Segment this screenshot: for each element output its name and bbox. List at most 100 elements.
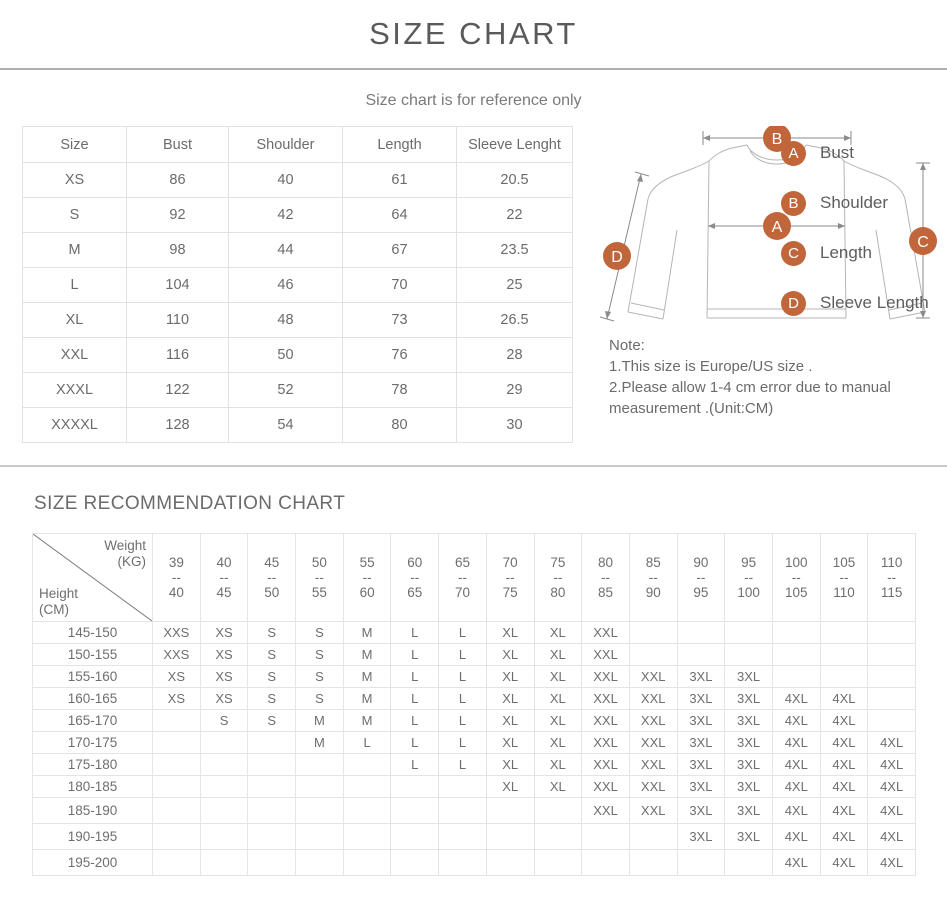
weight-range-to: 85 <box>598 585 614 600</box>
recommendation-title: SIZE RECOMMENDATION CHART <box>34 493 346 514</box>
recommended-size-cell: L <box>390 665 440 688</box>
recommended-size-cell <box>485 797 535 824</box>
recommended-size-cell: XL <box>485 709 535 732</box>
recommended-size-cell <box>867 687 916 710</box>
weight-range-from: 110 <box>880 555 903 570</box>
recommended-size-cell <box>867 665 916 688</box>
recommended-size-cell <box>581 849 630 876</box>
weight-range-dash: -- <box>457 570 467 585</box>
weight-range-header: 45 -- 50 <box>247 533 297 622</box>
height-range-cell: 195-200 <box>32 849 153 876</box>
recommended-size-cell <box>199 731 249 754</box>
table-row: 170-175 M L L L XL XL XXL XXL 3XL 3XL 4XL 4XL 4XL <box>32 731 916 754</box>
size-label-cell: XXXL <box>22 372 127 408</box>
weight-range-from: 80 <box>598 555 614 570</box>
recommended-size-cell <box>438 797 487 824</box>
recommended-size-cell: 4XL <box>819 731 869 754</box>
recommended-size-cell <box>342 753 392 776</box>
recommended-size-cell: XS <box>199 665 249 688</box>
recommended-size-cell: XXS <box>152 621 201 644</box>
weight-range-header: 95 -- 100 <box>724 533 773 622</box>
weight-range-to: 65 <box>407 585 423 600</box>
measurement-cell: 23.5 <box>456 232 573 268</box>
recommended-size-cell <box>676 643 726 666</box>
recommended-size-cell: L <box>390 643 440 666</box>
legend-badge-icon: B <box>781 190 806 216</box>
height-range-cell: 170-175 <box>32 731 153 754</box>
table-row: XXXL 122 52 78 29 <box>22 372 573 408</box>
recommended-size-cell: M <box>295 731 344 754</box>
measurement-cell: 67 <box>342 232 457 268</box>
recommended-size-cell: XL <box>485 775 535 798</box>
weight-range-to: 95 <box>693 585 709 600</box>
recommended-size-cell <box>390 849 440 876</box>
recommended-size-cell: L <box>390 753 440 776</box>
note-line-1: 1.This size is Europe/US size . <box>609 358 813 375</box>
recommended-size-cell <box>152 849 201 876</box>
recommended-size-cell: L <box>390 731 440 754</box>
diagram-section: B A C D A Bust B Shoulder C Length D Sleeve Len… <box>573 126 947 419</box>
table-row: 145-150 XXS XS S S M L L XL XL XXL <box>32 621 916 644</box>
recommended-size-cell <box>295 775 344 798</box>
weight-range-dash: -- <box>171 570 181 585</box>
weight-range-dash: -- <box>791 570 801 585</box>
legend-label: Length <box>820 243 872 262</box>
recommended-size-cell <box>152 753 201 776</box>
weight-range-from: 75 <box>550 555 566 570</box>
weight-range-from: 100 <box>785 555 808 570</box>
size-table-column-header: Bust <box>126 126 229 163</box>
measurement-cell: 70 <box>342 267 457 303</box>
recommended-size-cell <box>438 823 487 850</box>
recommended-size-cell: 4XL <box>771 687 821 710</box>
recommended-size-cell: 3XL <box>676 775 726 798</box>
recommended-size-cell: XL <box>485 643 535 666</box>
recommended-size-cell: XL <box>533 665 583 688</box>
size-label-cell: L <box>22 267 127 303</box>
recommended-size-cell: S <box>295 687 344 710</box>
recommended-size-cell: L <box>438 753 487 776</box>
measurement-legend: A Bust B Shoulder C Length D Sleeve Length <box>781 128 947 328</box>
recommended-size-cell <box>724 643 773 666</box>
weight-range-header: 40 -- 45 <box>199 533 249 622</box>
recommended-size-cell <box>247 753 297 776</box>
recommended-size-cell: L <box>390 687 440 710</box>
recommended-size-cell: 4XL <box>819 797 869 824</box>
weight-range-header: 80 -- 85 <box>581 533 630 622</box>
table-row: 185-190 XXL XXL 3XL 3XL 4XL 4XL 4XL <box>32 797 916 824</box>
weight-range-from: 70 <box>502 555 518 570</box>
recommended-size-cell: M <box>342 665 392 688</box>
legend-row: A Bust <box>781 128 947 178</box>
recommended-size-cell: XL <box>533 643 583 666</box>
recommended-size-cell: XXL <box>581 621 630 644</box>
recommended-size-cell: XS <box>152 687 201 710</box>
weight-range-header: 65 -- 70 <box>438 533 487 622</box>
recommended-size-cell <box>628 849 678 876</box>
weight-range-header: 85 -- 90 <box>628 533 678 622</box>
legend-badge-icon: D <box>781 290 806 316</box>
recommended-size-cell <box>390 823 440 850</box>
recommended-size-cell: XS <box>199 643 249 666</box>
legend-label: Shoulder <box>820 193 889 212</box>
weight-range-header: 39 -- 40 <box>152 533 201 622</box>
measurement-cell: 46 <box>228 267 343 303</box>
table-row: S 92 42 64 22 <box>22 197 573 233</box>
height-range-cell: 160-165 <box>32 687 153 710</box>
recommended-size-cell <box>199 797 249 824</box>
recommended-size-cell <box>247 731 297 754</box>
weight-range-to: 105 <box>785 585 808 600</box>
page-header: SIZE CHART <box>0 0 947 68</box>
recommended-size-cell: XXL <box>581 797 630 824</box>
recommended-size-cell <box>342 849 392 876</box>
recommended-size-cell: 3XL <box>724 665 773 688</box>
recommended-size-cell <box>199 775 249 798</box>
height-range-cell: 190-195 <box>32 823 153 850</box>
recommended-size-cell <box>438 849 487 876</box>
recommended-size-cell <box>152 775 201 798</box>
recommended-size-cell <box>533 849 583 876</box>
recommended-size-cell <box>199 823 249 850</box>
recommended-size-cell: XL <box>533 731 583 754</box>
weight-range-header: 110 -- 115 <box>867 533 916 622</box>
recommended-size-cell <box>438 775 487 798</box>
recommended-size-cell: XXL <box>581 775 630 798</box>
weight-range-to: 75 <box>502 585 518 600</box>
